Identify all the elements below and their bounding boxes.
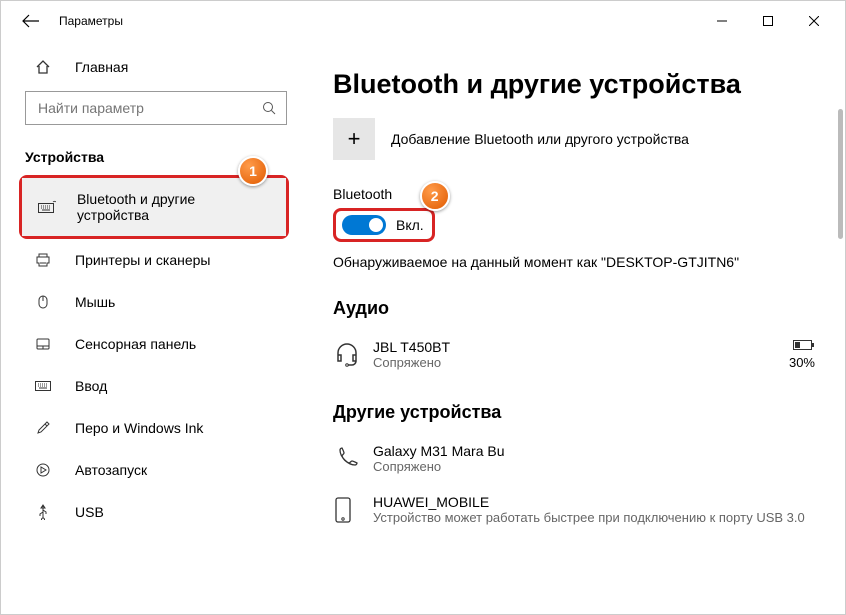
plus-icon: + bbox=[333, 118, 375, 160]
sidebar-item-autoplay[interactable]: Автозапуск bbox=[1, 449, 311, 491]
sidebar-item-label: Перо и Windows Ink bbox=[75, 420, 203, 436]
toggle-state-label: Вкл. bbox=[396, 217, 424, 233]
battery-percent: 30% bbox=[789, 355, 815, 370]
device-status: Устройство может работать быстрее при по… bbox=[373, 510, 815, 525]
device-status: Сопряжено bbox=[373, 459, 815, 474]
add-device-label: Добавление Bluetooth или другого устройс… bbox=[391, 131, 689, 147]
phone-icon bbox=[333, 446, 373, 472]
close-button[interactable] bbox=[791, 5, 837, 37]
page-title: Bluetooth и другие устройства bbox=[333, 69, 815, 100]
sidebar-item-label: Принтеры и сканеры bbox=[75, 252, 210, 268]
sidebar-item-mouse[interactable]: Мышь bbox=[1, 281, 311, 323]
scrollbar[interactable] bbox=[838, 109, 843, 239]
sidebar-item-label: Ввод bbox=[75, 378, 107, 394]
annotation-marker-2: 2 bbox=[420, 181, 450, 211]
pen-icon bbox=[35, 420, 57, 436]
battery-status: 30% bbox=[789, 339, 815, 370]
other-heading: Другие устройства bbox=[333, 402, 815, 423]
maximize-icon bbox=[763, 16, 773, 26]
printer-icon bbox=[35, 252, 57, 268]
sidebar-item-label: Автозапуск bbox=[75, 462, 147, 478]
sidebar-home[interactable]: Главная bbox=[1, 51, 311, 83]
sidebar-item-label: USB bbox=[75, 504, 104, 520]
battery-icon bbox=[793, 339, 815, 351]
titlebar: Параметры bbox=[1, 1, 845, 41]
other-device-row[interactable]: HUAWEI_MOBILE Устройство может работать … bbox=[333, 484, 815, 535]
device-status: Сопряжено bbox=[373, 355, 789, 370]
annotation-marker-1: 1 bbox=[238, 156, 268, 186]
mouse-icon bbox=[35, 294, 57, 310]
window-controls bbox=[699, 5, 837, 37]
search-icon bbox=[262, 101, 276, 115]
sidebar-item-usb[interactable]: USB bbox=[1, 491, 311, 533]
sidebar-item-bluetooth[interactable]: Bluetooth и другие устройства bbox=[22, 178, 286, 236]
annotation-highlight-1: 1 Bluetooth и другие устройства bbox=[19, 175, 289, 239]
keyboard-icon bbox=[38, 200, 59, 214]
back-button[interactable] bbox=[15, 5, 47, 37]
sidebar-item-pen[interactable]: Перо и Windows Ink bbox=[1, 407, 311, 449]
discoverable-text: Обнаруживаемое на данный момент как "DES… bbox=[333, 254, 815, 270]
sidebar-item-typing[interactable]: Ввод bbox=[1, 365, 311, 407]
audio-device-row[interactable]: JBL T450BT Сопряжено 30% bbox=[333, 329, 815, 380]
arrow-left-icon bbox=[22, 14, 40, 28]
device-name: Galaxy M31 Mara Bu bbox=[373, 443, 815, 459]
home-icon bbox=[35, 59, 57, 75]
device-name: HUAWEI_MOBILE bbox=[373, 494, 815, 510]
keyboard-icon bbox=[35, 380, 57, 392]
sidebar-item-label: Сенсорная панель bbox=[75, 336, 196, 352]
sidebar-item-printers[interactable]: Принтеры и сканеры bbox=[1, 239, 311, 281]
usb-icon bbox=[35, 504, 57, 520]
main-content: Bluetooth и другие устройства + Добавлен… bbox=[311, 41, 845, 614]
search-box[interactable] bbox=[25, 91, 287, 125]
maximize-button[interactable] bbox=[745, 5, 791, 37]
headset-icon bbox=[333, 341, 373, 369]
bluetooth-label: Bluetooth bbox=[333, 186, 815, 202]
minimize-button[interactable] bbox=[699, 5, 745, 37]
bluetooth-toggle[interactable] bbox=[342, 215, 386, 235]
other-device-row[interactable]: Galaxy M31 Mara Bu Сопряжено bbox=[333, 433, 815, 484]
search-input[interactable] bbox=[36, 99, 262, 117]
sidebar-item-label: Мышь bbox=[75, 294, 115, 310]
annotation-highlight-2: 2 Вкл. bbox=[333, 208, 435, 242]
window-title: Параметры bbox=[59, 14, 123, 28]
sidebar-item-touchpad[interactable]: Сенсорная панель bbox=[1, 323, 311, 365]
sidebar-item-label: Bluetooth и другие устройства bbox=[77, 191, 262, 223]
audio-heading: Аудио bbox=[333, 298, 815, 319]
add-device-button[interactable]: + Добавление Bluetooth или другого устро… bbox=[333, 118, 815, 160]
touchpad-icon bbox=[35, 336, 57, 352]
device-name: JBL T450BT bbox=[373, 339, 789, 355]
sidebar-home-label: Главная bbox=[75, 59, 128, 75]
close-icon bbox=[809, 16, 819, 26]
sidebar: Главная Устройства 1 Bluetooth и другие … bbox=[1, 41, 311, 614]
autoplay-icon bbox=[35, 462, 57, 478]
phone-device-icon bbox=[333, 496, 373, 524]
minimize-icon bbox=[717, 16, 727, 26]
